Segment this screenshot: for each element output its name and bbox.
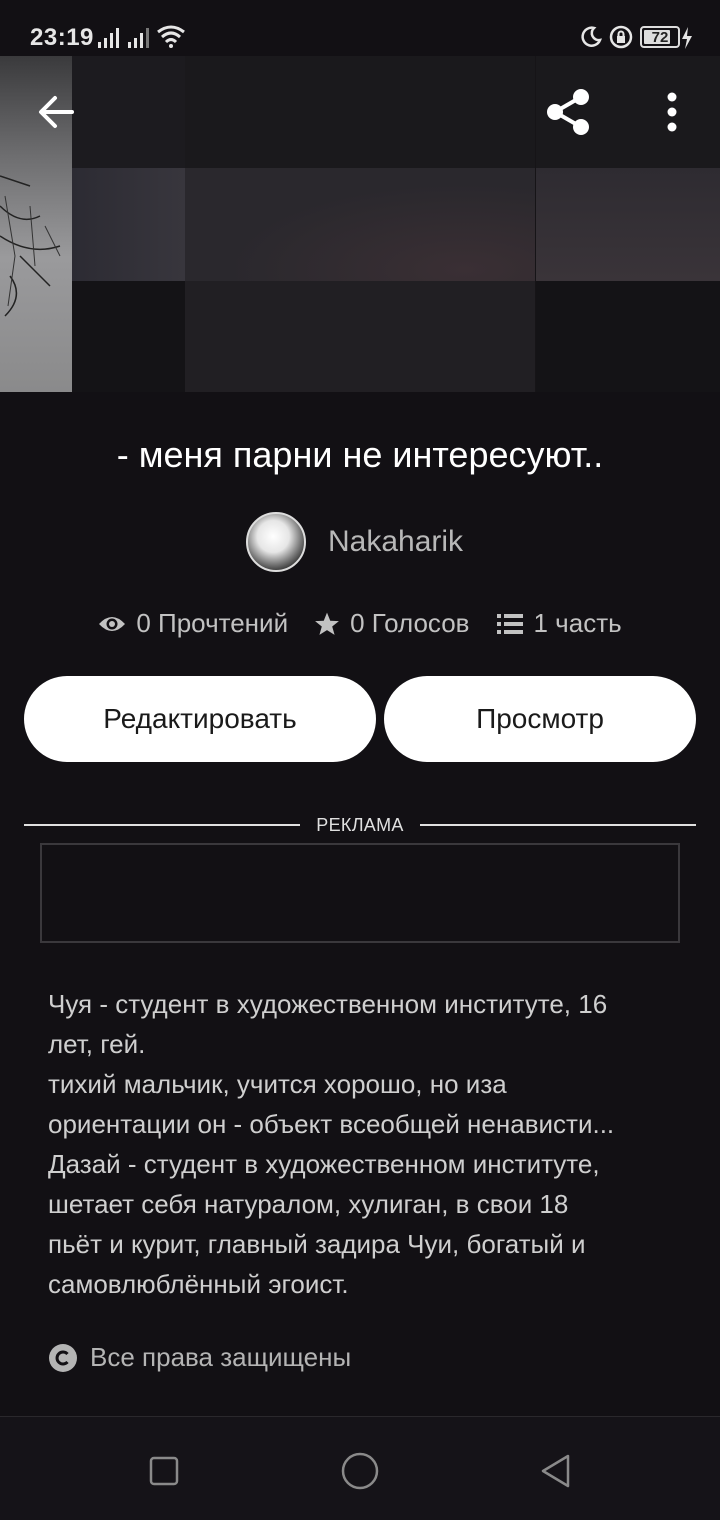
author-name: Nakaharik: [328, 525, 464, 558]
description-line: тихий мальчик, учится хорошо, но иза: [48, 1069, 507, 1099]
ad-slot[interactable]: [40, 843, 680, 943]
battery-level: 72: [651, 29, 669, 46]
story-title: - меня парни не интересуют..: [116, 434, 604, 475]
system-back-button[interactable]: [532, 1447, 580, 1495]
cover-tile: [185, 56, 535, 168]
cover-tile: [536, 281, 720, 392]
cover-tile: [536, 168, 720, 281]
back-button[interactable]: [22, 88, 90, 136]
description-line: лет, гей.: [48, 1029, 146, 1059]
recents-square-icon: [149, 1456, 179, 1486]
home-button[interactable]: [336, 1447, 384, 1495]
status-bar: 23:19 72: [0, 0, 720, 56]
more-vert-icon: [667, 92, 677, 132]
ad-label: РЕКЛАМА: [316, 814, 404, 835]
wifi-icon: [157, 25, 185, 48]
parts-count: 1 часть: [533, 608, 622, 638]
list-icon: [496, 613, 523, 634]
story-stats: 0 Прочтений 0 Голосов 1 часть: [0, 608, 720, 639]
system-nav-bar: [0, 1416, 720, 1520]
cover-tile: [72, 281, 185, 392]
cover-tile: [72, 168, 185, 281]
moon-icon: [581, 26, 602, 47]
cover-tile: [185, 168, 535, 281]
more-options-button[interactable]: [650, 82, 694, 142]
view-button[interactable]: Просмотр: [384, 676, 696, 762]
divider-line: [419, 824, 697, 826]
divider-line: [24, 824, 301, 826]
description-line: самовлюблённый эгоист.: [48, 1269, 349, 1299]
recents-button[interactable]: [140, 1447, 188, 1495]
charging-icon: [682, 27, 692, 49]
cover-tile: [185, 281, 535, 392]
back-arrow-icon: [39, 96, 74, 128]
copyright-label: Все права защищены: [90, 1342, 352, 1372]
share-icon: [547, 89, 589, 135]
eye-icon: [99, 616, 126, 631]
avatar: [246, 512, 306, 572]
votes-stat: 0 Голосов: [314, 608, 470, 639]
author-link[interactable]: Nakaharik: [246, 510, 463, 574]
story-description: Чуя - студент в художественном институте…: [48, 984, 678, 1304]
edit-button[interactable]: Редактировать: [24, 676, 376, 762]
back-triangle-icon: [541, 1454, 570, 1488]
description-line: Чуя - студент в художественном институте…: [48, 989, 608, 1019]
reads-stat: 0 Прочтений: [98, 608, 288, 639]
home-circle-icon: [341, 1452, 379, 1490]
reads-count: 0 Прочтений: [136, 608, 289, 638]
copyright-notice: Все права защищены: [48, 1342, 351, 1373]
star-icon: [315, 612, 340, 635]
description-line: шетает себя натуралом, хулиган, в свои 1…: [48, 1189, 569, 1219]
signal-icon: [128, 28, 149, 48]
status-time: 23:19: [30, 24, 94, 51]
cover-image: [0, 56, 720, 392]
battery-icon: 72: [640, 26, 680, 48]
lock-icon: [609, 25, 633, 49]
description-line: Дазай - студент в художественном институ…: [48, 1149, 600, 1179]
signal-icon: [98, 28, 119, 48]
parts-stat: 1 часть: [496, 608, 622, 639]
ad-divider: РЕКЛАМА: [24, 812, 697, 838]
description-line: пьёт и курит, главный задира Чуи, богаты…: [48, 1229, 586, 1259]
copyright-icon: [49, 1343, 77, 1372]
share-button[interactable]: [536, 80, 600, 144]
votes-count: 0 Голосов: [350, 608, 470, 638]
description-line: ориентации он - объект всеобщей ненавист…: [48, 1109, 615, 1139]
